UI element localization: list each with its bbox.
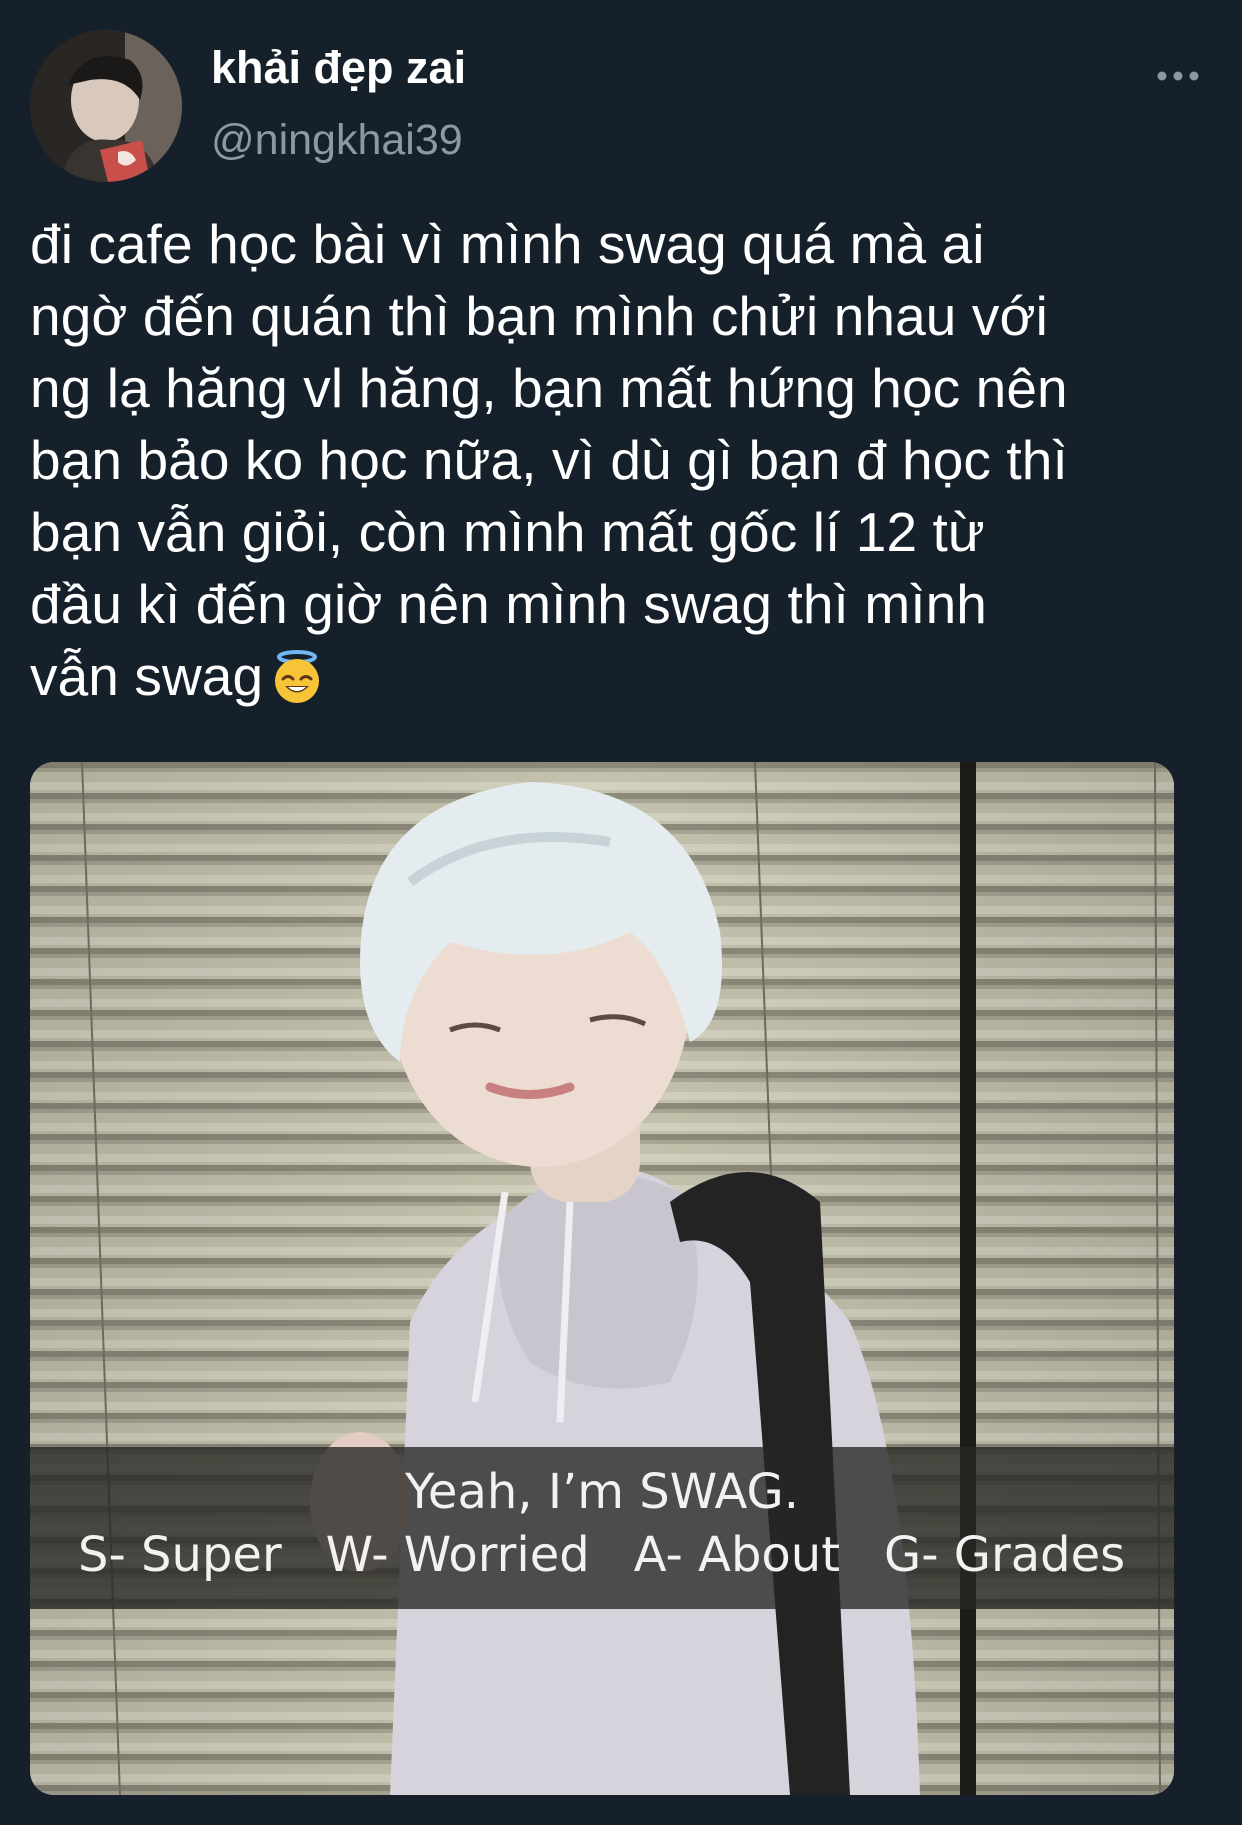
caption-word: G- Grades <box>884 1527 1126 1583</box>
caption-word: W- Worried <box>325 1527 590 1583</box>
tweet-text: đi cafe học bài vì mình swag quá mà ai n… <box>30 208 1230 712</box>
avatar[interactable] <box>30 30 182 182</box>
smiling-face-with-halo-emoji <box>269 649 325 705</box>
tweet-text-line: vẫn swag <box>30 645 264 707</box>
tweet-text-line: ngờ đến quán thì bạn mình chửi nhau với <box>30 285 1048 347</box>
tweet-text-last-line: vẫn swag <box>30 640 1230 712</box>
photo-scene <box>30 762 1174 1795</box>
tweet-text-line: bạn vẫn giỏi, còn mình mất gốc lí 12 từ <box>30 501 985 563</box>
tweet-text-line: đi cafe học bài vì mình swag quá mà ai <box>30 213 985 275</box>
more-horizontal-icon <box>1157 71 1199 81</box>
display-name[interactable]: khải đẹp zai <box>211 42 466 94</box>
tweet-text-line: ng lạ hăng vl hăng, bạn mất hứng học nên <box>30 357 1068 419</box>
tweet-text-line: đầu kì đến giờ nên mình swag thì mình <box>30 573 987 635</box>
caption-word: A- About <box>633 1527 841 1583</box>
caption-word: S- Super <box>78 1527 282 1583</box>
meme-caption-title: Yeah, I’m SWAG. <box>404 1464 799 1520</box>
more-options-button[interactable] <box>1150 58 1206 94</box>
avatar-photo <box>30 30 182 182</box>
user-handle[interactable]: @ningkhai39 <box>211 116 463 165</box>
meme-caption-words: S- Super W- Worried A- About G- Grades <box>78 1527 1158 1583</box>
tweet-text-line: bạn bảo ko học nữa, vì dù gì bạn đ học t… <box>30 429 1068 491</box>
tweet-media-image[interactable]: Yeah, I’m SWAG. S- Super W- Worried A- A… <box>30 762 1174 1795</box>
